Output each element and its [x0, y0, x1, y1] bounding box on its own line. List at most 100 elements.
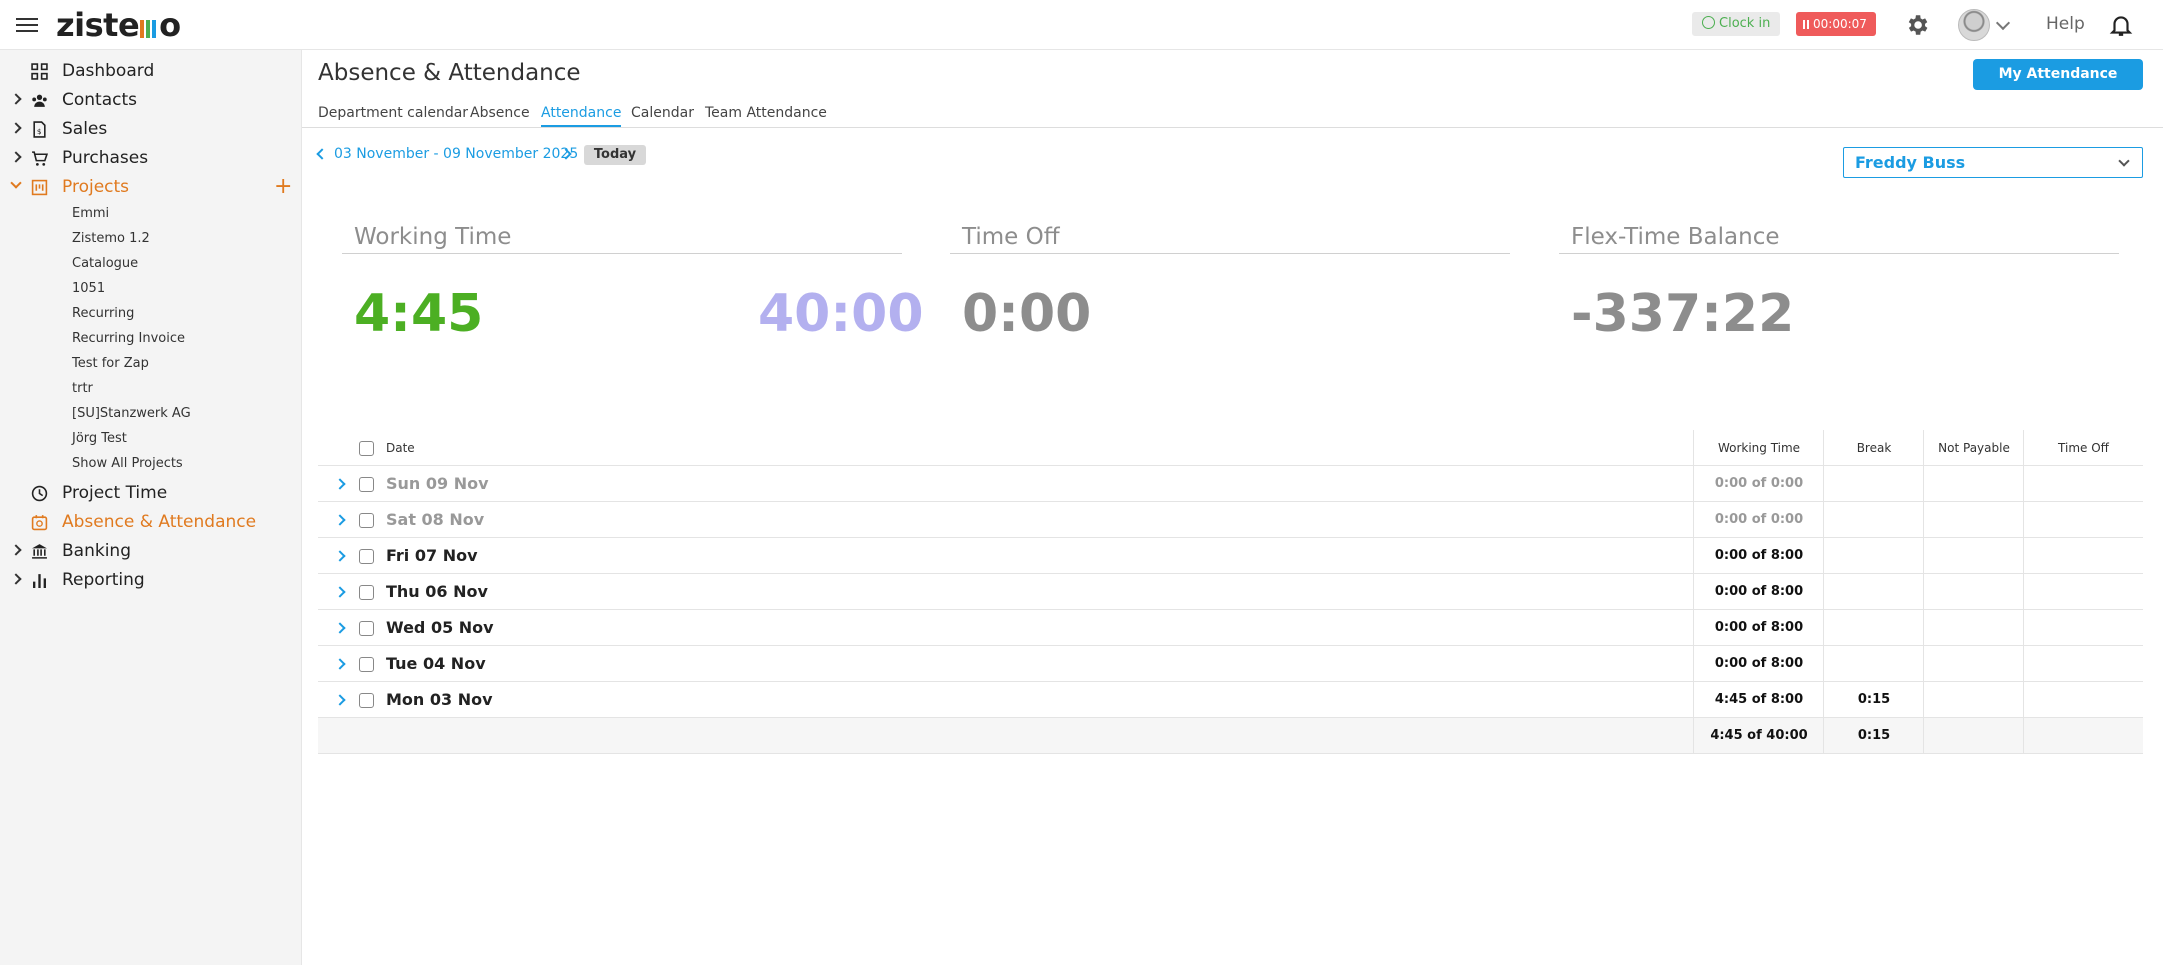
- expand-row-icon[interactable]: [334, 478, 346, 490]
- page-title: Absence & Attendance: [318, 60, 581, 86]
- row-checkbox[interactable]: [359, 621, 374, 636]
- avatar[interactable]: [1958, 9, 1990, 41]
- row-not-payable: [1924, 574, 2024, 610]
- sidebar-item-label: Contacts: [62, 90, 137, 110]
- row-date: Wed 05 Nov: [386, 618, 494, 637]
- clock-in-button[interactable]: Clock in: [1692, 12, 1780, 36]
- tab-department-calendar[interactable]: Department calendar: [318, 105, 468, 127]
- row-working-time: 0:00 of 8:00: [1714, 548, 1804, 563]
- table-row[interactable]: Wed 05 Nov 0:00 of 8:00: [318, 610, 2143, 646]
- row-time-off: [2024, 610, 2143, 646]
- expand-row-icon[interactable]: [334, 694, 346, 706]
- show-all-projects-link[interactable]: Show All Projects: [72, 453, 183, 475]
- table-row[interactable]: Fri 07 Nov 0:00 of 8:00: [318, 538, 2143, 574]
- user-select[interactable]: Freddy Buss: [1843, 147, 2143, 178]
- document-icon: $: [33, 121, 46, 138]
- projects-icon: [31, 179, 48, 196]
- my-attendance-settings-button[interactable]: My Attendance Settings: [1973, 59, 2143, 113]
- table-row[interactable]: Sun 09 Nov 0:00 of 0:00: [318, 466, 2143, 502]
- select-all-checkbox[interactable]: [359, 441, 374, 456]
- row-checkbox[interactable]: [359, 693, 374, 708]
- sidebar-item-sales[interactable]: $ Sales: [0, 115, 302, 143]
- row-break: [1824, 538, 1924, 574]
- project-item[interactable]: Recurring: [72, 303, 134, 325]
- chevron-down-icon[interactable]: [10, 177, 22, 189]
- row-date: Mon 03 Nov: [386, 690, 493, 709]
- logo[interactable]: ziste o: [56, 6, 181, 46]
- chevron-right-icon[interactable]: [10, 122, 22, 134]
- project-item[interactable]: trtr: [72, 378, 93, 400]
- sidebar-item-dashboard[interactable]: Dashboard: [0, 57, 302, 85]
- sidebar-item-project-time[interactable]: Project Time: [0, 479, 302, 507]
- tab-team-attendance[interactable]: Team Attendance: [705, 105, 827, 127]
- project-item[interactable]: Test for Zap: [72, 353, 149, 375]
- date-column-header: Date: [386, 441, 415, 455]
- expand-row-icon[interactable]: [334, 622, 346, 634]
- row-date: Fri 07 Nov: [386, 546, 478, 565]
- help-link[interactable]: Help: [2046, 14, 2085, 34]
- expand-row-icon[interactable]: [334, 658, 346, 670]
- row-working-time: 0:00 of 0:00: [1714, 512, 1804, 527]
- tab-calendar[interactable]: Calendar: [631, 105, 694, 127]
- tab-absence[interactable]: Absence: [470, 105, 530, 127]
- working-time-column-header: Working Time: [1717, 441, 1801, 455]
- project-item[interactable]: Zistemo 1.2: [72, 228, 150, 250]
- grid-icon: [31, 63, 48, 80]
- project-item[interactable]: 1051: [72, 278, 105, 300]
- project-item[interactable]: Recurring Invoice: [72, 328, 185, 350]
- row-time-off: [2024, 538, 2143, 574]
- today-button[interactable]: Today: [584, 145, 646, 165]
- project-item[interactable]: [SU]Stanzwerk AG: [72, 403, 191, 425]
- table-row[interactable]: Mon 03 Nov 4:45 of 8:00 0:15: [318, 682, 2143, 718]
- timer-button[interactable]: 00:00:07: [1796, 12, 1876, 36]
- sidebar-item-banking[interactable]: Banking: [0, 537, 302, 565]
- row-checkbox[interactable]: [359, 657, 374, 672]
- add-project-icon[interactable]: +: [274, 173, 292, 201]
- expand-row-icon[interactable]: [334, 514, 346, 526]
- table-row[interactable]: Thu 06 Nov 0:00 of 8:00: [318, 574, 2143, 610]
- row-working-time: 0:00 of 8:00: [1714, 656, 1804, 671]
- bell-icon[interactable]: [2108, 11, 2134, 39]
- table-row[interactable]: Sat 08 Nov 0:00 of 0:00: [318, 502, 2143, 538]
- row-not-payable: [1924, 466, 2024, 502]
- user-select-value: Freddy Buss: [1855, 153, 1966, 172]
- row-working-time: 4:45 of 8:00: [1714, 692, 1804, 707]
- project-item[interactable]: Jörg Test: [72, 428, 127, 450]
- chevron-right-icon[interactable]: [10, 544, 22, 556]
- row-checkbox[interactable]: [359, 549, 374, 564]
- chevron-right-icon[interactable]: [10, 573, 22, 585]
- sidebar-item-projects[interactable]: Projects +: [0, 173, 302, 201]
- sidebar-item-reporting[interactable]: Reporting: [0, 566, 302, 594]
- bar-chart-icon: [33, 574, 46, 588]
- row-date: Sat 08 Nov: [386, 510, 485, 529]
- chevron-left-icon[interactable]: [316, 148, 328, 160]
- project-item[interactable]: Catalogue: [72, 253, 138, 275]
- sidebar-item-purchases[interactable]: Purchases: [0, 144, 302, 172]
- gear-icon[interactable]: [1904, 12, 1930, 38]
- menu-icon[interactable]: [16, 14, 38, 34]
- row-checkbox[interactable]: [359, 513, 374, 528]
- sidebar-item-label: Project Time: [62, 483, 168, 503]
- pause-icon: [1803, 20, 1809, 29]
- sidebar-item-contacts[interactable]: Contacts: [0, 86, 302, 114]
- row-not-payable: [1924, 502, 2024, 538]
- tab-attendance[interactable]: Attendance: [541, 105, 622, 127]
- row-break: [1824, 574, 1924, 610]
- table-row[interactable]: Tue 04 Nov 0:00 of 8:00: [318, 646, 2143, 682]
- project-item[interactable]: Emmi: [72, 203, 109, 225]
- row-checkbox[interactable]: [359, 585, 374, 600]
- sidebar-item-absence-attendance[interactable]: Absence & Attendance: [0, 508, 302, 536]
- row-not-payable: [1924, 682, 2024, 718]
- working-time-heading: Working Time: [342, 224, 902, 254]
- expand-row-icon[interactable]: [334, 586, 346, 598]
- chevron-right-icon[interactable]: [10, 93, 22, 105]
- clock-icon: [31, 485, 48, 502]
- date-range-label[interactable]: 03 November - 09 November 2025: [334, 146, 578, 162]
- expand-row-icon[interactable]: [334, 550, 346, 562]
- chevron-down-icon[interactable]: [1995, 15, 2011, 31]
- row-checkbox[interactable]: [359, 477, 374, 492]
- table-total-row: 4:45 of 40:00 0:15: [318, 718, 2143, 754]
- chevron-right-icon[interactable]: [10, 151, 22, 163]
- row-date: Tue 04 Nov: [386, 654, 486, 673]
- sidebar-item-label: Sales: [62, 119, 108, 139]
